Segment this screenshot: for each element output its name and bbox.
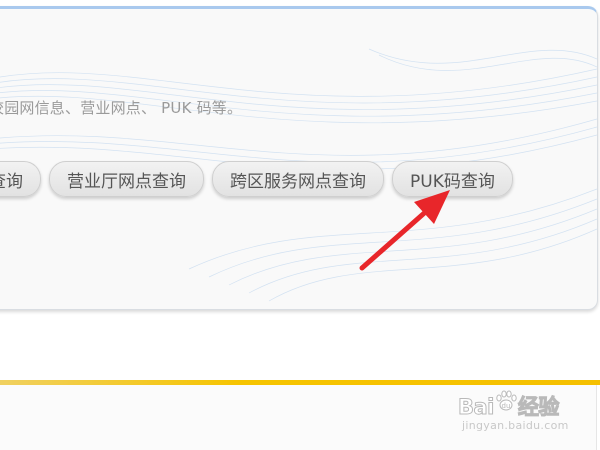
query-panel: 校园网信息、营业网点、 PUK 码等。 查询 营业厅网点查询 跨区服务网点查询 … <box>0 6 598 310</box>
panel-description: 校园网信息、营业网点、 PUK 码等。 <box>0 99 243 117</box>
query-button[interactable]: 查询 <box>0 161 41 197</box>
watermark-brand-left: Bai <box>458 395 495 420</box>
svg-text:du: du <box>502 402 511 410</box>
watermark-brand-right: 经验 <box>517 395 560 420</box>
baidu-jingyan-watermark: Bai 经验 du jingyan.baidu.com <box>456 383 576 437</box>
wave-background <box>0 48 597 302</box>
paw-icon: du <box>496 390 517 411</box>
business-hall-query-button[interactable]: 营业厅网点查询 <box>49 161 204 197</box>
annotation-arrow <box>359 190 450 271</box>
watermark-url: jingyan.baidu.com <box>462 419 569 432</box>
